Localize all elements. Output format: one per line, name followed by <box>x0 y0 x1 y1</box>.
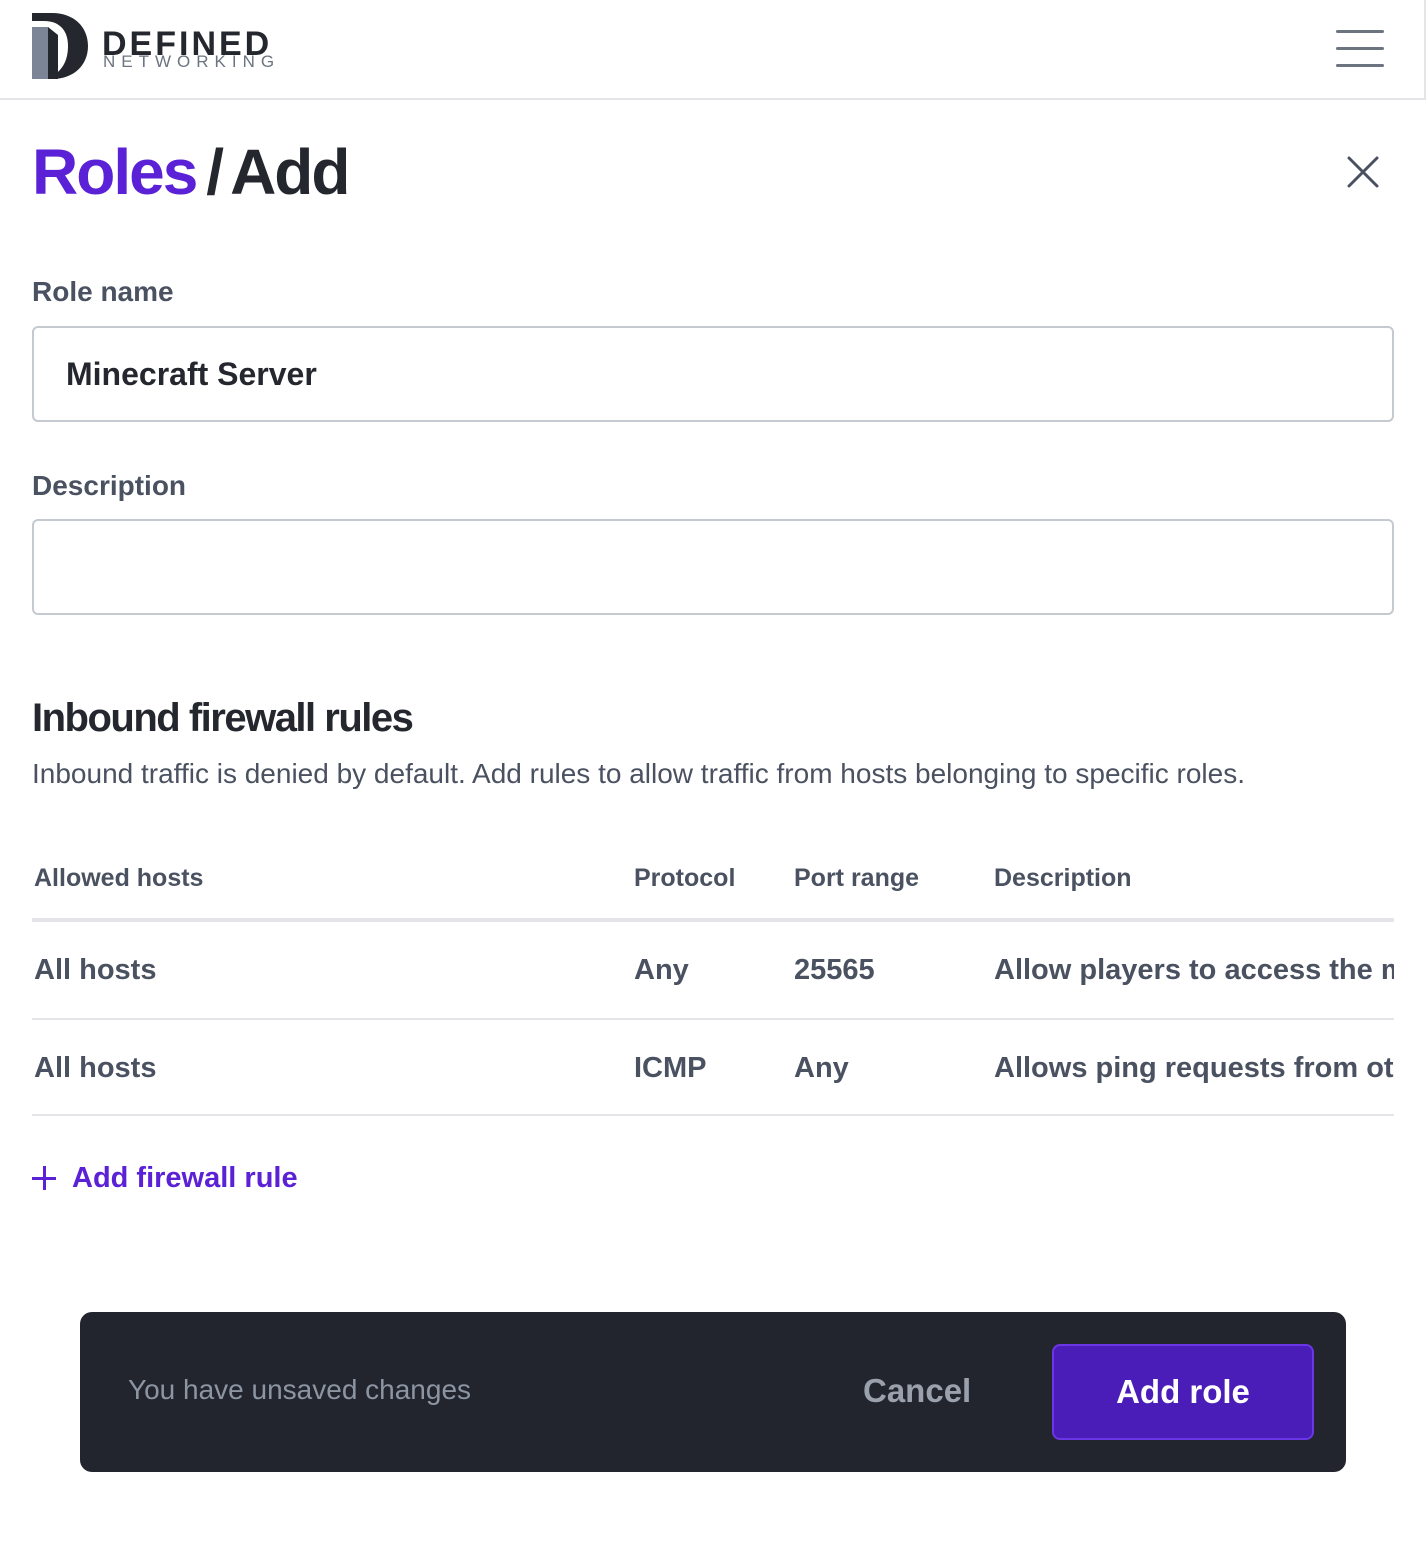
page-title: Roles / Add <box>32 136 350 208</box>
role-name-input[interactable]: Minecraft Server <box>32 326 1394 422</box>
close-icon[interactable] <box>1343 152 1383 192</box>
page: DEFINED NETWORKING Roles / Add Role name M… <box>0 0 1426 1552</box>
top-bar: DEFINED NETWORKING <box>0 0 1426 100</box>
cell-port-range: 25565 <box>794 954 875 986</box>
table-header: Allowed hosts Protocol Port range Descri… <box>32 840 1394 922</box>
role-name-label: Role name <box>32 276 174 307</box>
add-firewall-rule-button[interactable]: Add firewall rule <box>32 1158 298 1198</box>
cell-description: Allows ping requests from oth <box>994 1052 1394 1084</box>
column-header-port-range: Port range <box>794 864 920 892</box>
brand-tagline: NETWORKING <box>103 52 281 71</box>
table-row[interactable]: All hosts ICMP Any Allows ping requests … <box>32 1020 1394 1116</box>
breadcrumb-roles[interactable]: Roles <box>32 136 198 208</box>
description-input[interactable] <box>32 519 1394 615</box>
cell-protocol: Any <box>634 954 689 986</box>
breadcrumb-separator: / <box>206 136 224 208</box>
cell-allowed-hosts: All hosts <box>34 1052 157 1084</box>
brand-logo[interactable]: DEFINED NETWORKING <box>32 13 292 79</box>
firewall-section-description: Inbound traffic is denied by default. Ad… <box>32 758 1245 789</box>
firewall-rules-table: Allowed hosts Protocol Port range Descri… <box>32 840 1394 1116</box>
role-name-value: Minecraft Server <box>66 355 317 392</box>
firewall-section-title: Inbound firewall rules <box>32 696 414 740</box>
description-label: Description <box>32 470 187 501</box>
plus-icon <box>32 1166 56 1190</box>
cell-port-range: Any <box>794 1052 849 1084</box>
breadcrumb-current: Add <box>230 136 350 208</box>
add-role-button[interactable]: Add role <box>1052 1344 1314 1440</box>
hamburger-menu-icon[interactable] <box>1334 28 1386 70</box>
column-header-protocol: Protocol <box>634 864 736 892</box>
table-row[interactable]: All hosts Any 25565 Allow players to acc… <box>32 922 1394 1020</box>
unsaved-changes-bar: You have unsaved changes Cancel Add role <box>80 1312 1346 1472</box>
cell-description: Allow players to access the m <box>994 954 1394 986</box>
cancel-button[interactable]: Cancel <box>863 1372 971 1410</box>
unsaved-changes-message: You have unsaved changes <box>128 1374 472 1405</box>
column-header-allowed-hosts: Allowed hosts <box>34 864 204 892</box>
add-firewall-rule-label: Add firewall rule <box>72 1161 298 1194</box>
column-header-description: Description <box>994 864 1132 892</box>
cell-allowed-hosts: All hosts <box>34 954 157 986</box>
cell-protocol: ICMP <box>634 1052 707 1084</box>
logo-mark-icon <box>32 13 88 79</box>
